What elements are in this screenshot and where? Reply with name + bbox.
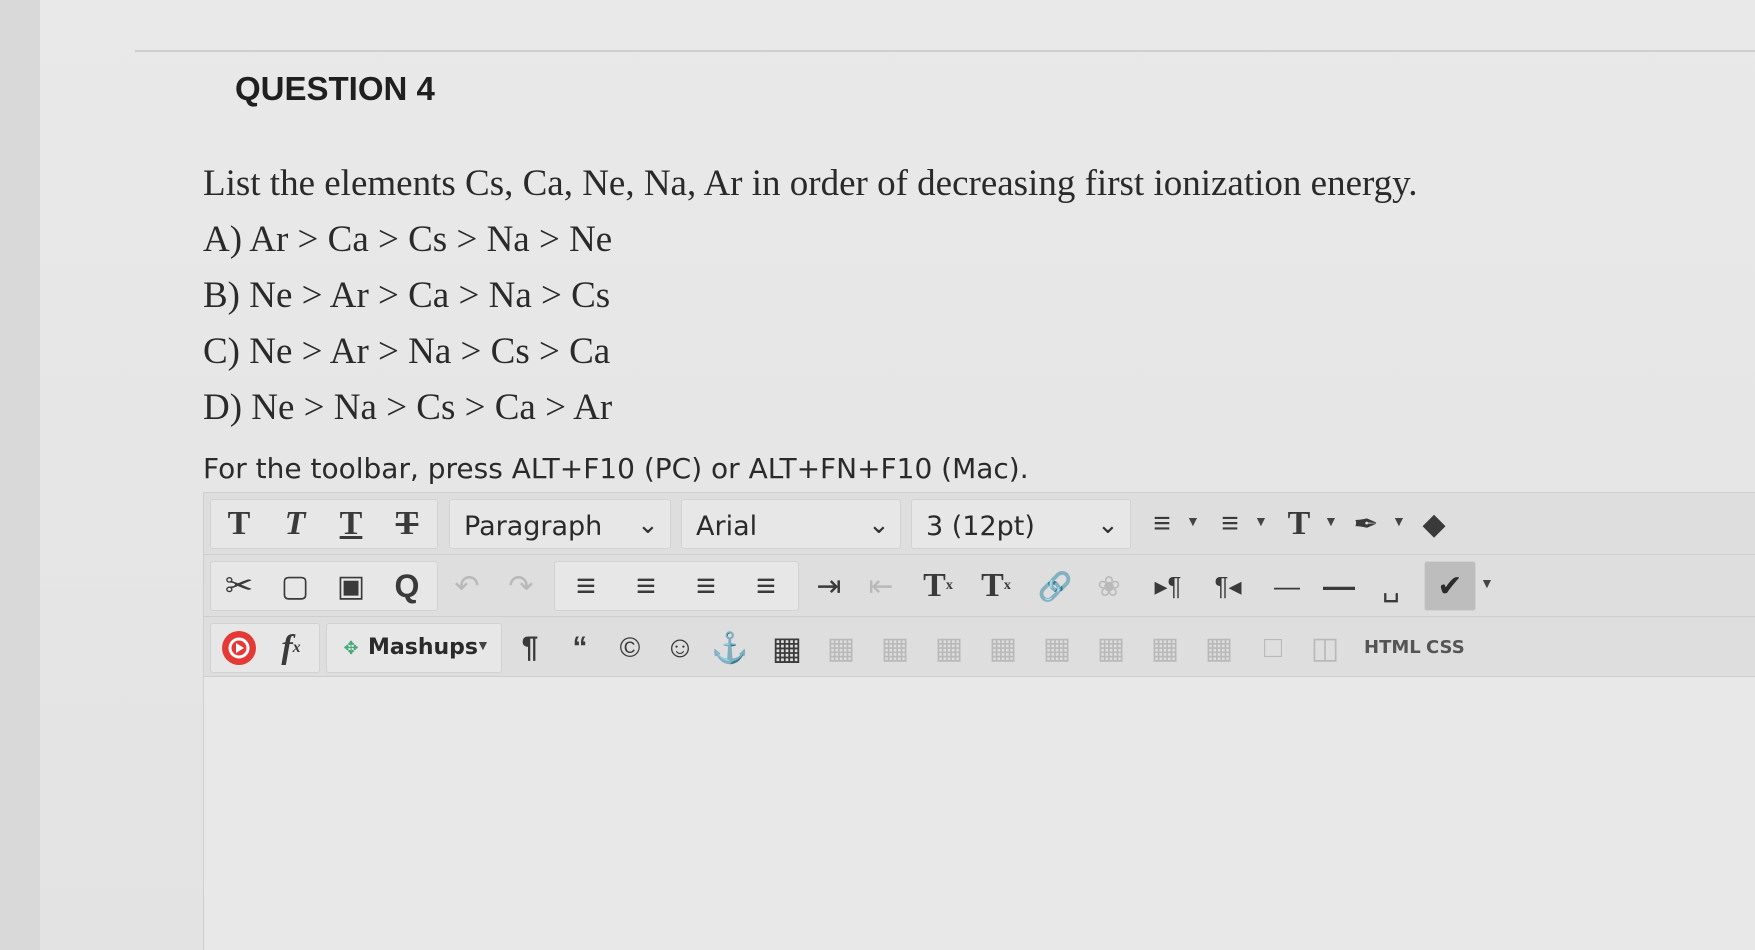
merge-cells-icon[interactable]: ◫ — [1300, 623, 1350, 673]
caret-down-icon[interactable]: ▼ — [1254, 513, 1268, 529]
caret-down-icon: ▼ — [476, 637, 490, 653]
find-icon[interactable]: Q — [382, 561, 432, 611]
unlink-icon[interactable]: ❀ — [1084, 561, 1134, 611]
horizontal-line-icon[interactable]: — — [1262, 561, 1312, 611]
indent-icon[interactable]: ⇥ — [804, 561, 854, 611]
page: QUESTION 4 List the elements Cs, Ca, Ne,… — [40, 0, 1755, 950]
link-icon[interactable]: 🔗 — [1030, 561, 1080, 611]
nonbreaking-space-icon[interactable]: ␣ — [1366, 561, 1416, 611]
table-row-props-icon[interactable]: ▦ — [816, 623, 866, 673]
subscript-label: T — [981, 567, 1004, 604]
mashups-label: Mashups — [368, 635, 478, 660]
editor-content-area[interactable] — [204, 677, 1755, 950]
redo-icon[interactable]: ↷ — [496, 561, 546, 611]
undo-icon[interactable]: ↶ — [442, 561, 492, 611]
underline-button[interactable]: T — [326, 499, 376, 549]
rtl-paragraph-icon[interactable]: ¶◂ — [1200, 561, 1256, 611]
ltr-paragraph-icon[interactable]: ▸¶ — [1140, 561, 1196, 611]
quote-icon[interactable]: “ — [558, 623, 602, 673]
divider — [135, 50, 1755, 52]
caret-down-icon[interactable]: ▼ — [1392, 513, 1406, 529]
align-left-icon[interactable]: ≡ — [558, 561, 614, 611]
option-d: D) Ne > Na > Cs > Ca > Ar — [203, 387, 613, 428]
chevron-down-icon: ⌄ — [637, 509, 659, 539]
superscript-button[interactable]: Tx — [910, 561, 966, 611]
fx-icon[interactable]: fx — [266, 623, 316, 673]
delete-row-icon[interactable]: ▦ — [1032, 623, 1082, 673]
css-button[interactable]: CSS — [1426, 637, 1465, 658]
split-cells-icon[interactable]: □ — [1248, 623, 1298, 673]
insert-col-before-icon[interactable]: ▦ — [1086, 623, 1136, 673]
delete-col-icon[interactable]: ▦ — [1194, 623, 1244, 673]
superscript-label: T — [923, 567, 946, 604]
italic-button[interactable]: T — [270, 499, 320, 549]
question-title: QUESTION 4 — [235, 70, 435, 107]
numbered-list-icon[interactable]: ≡ — [1209, 499, 1251, 549]
outdent-icon[interactable]: ⇤ — [856, 561, 906, 611]
align-center-icon[interactable]: ≡ — [618, 561, 674, 611]
chevron-down-icon: ⌄ — [868, 509, 890, 539]
html-button[interactable]: HTML — [1364, 637, 1421, 658]
size-select-value: 3 (12pt) — [926, 511, 1035, 542]
align-justify-icon[interactable]: ≡ — [738, 561, 794, 611]
chevron-down-icon: ⌄ — [1097, 509, 1119, 539]
toolbar-row-3: fx ✥ Mashups ▼ ¶ “ © ☺ ⚓ ▦ ▦ ▦ ▦ ▦ ▦ ▦ ▦… — [204, 617, 1755, 677]
toolbar-hint: For the toolbar, press ALT+F10 (PC) or A… — [203, 452, 1029, 485]
copyright-icon[interactable]: © — [608, 623, 652, 673]
table-cell-props-icon[interactable]: ▦ — [870, 623, 920, 673]
insert-row-after-icon[interactable]: ▦ — [978, 623, 1028, 673]
option-a: A) Ar > Ca > Cs > Na > Ne — [203, 219, 613, 260]
fx-label: f — [281, 629, 293, 666]
mashups-icon: ✥ — [343, 637, 359, 658]
highlight-pen-icon[interactable]: ✒ — [1344, 499, 1388, 549]
paragraph-icon[interactable]: ¶ — [508, 623, 552, 673]
option-c: C) Ne > Ar > Na > Cs > Ca — [203, 331, 611, 372]
option-b: B) Ne > Ar > Ca > Na > Cs — [203, 275, 611, 316]
cut-icon[interactable]: ✂ — [214, 561, 264, 611]
record-icon[interactable] — [216, 623, 262, 673]
toolbar-row-2: ✂ ▢ ▣ Q ↶ ↷ ≡ ≡ ≡ ≡ ⇥ ⇤ Tx Tx 🔗 ❀ ▸¶ ¶◂ … — [204, 555, 1755, 617]
format-select-value: Paragraph — [464, 511, 603, 542]
table-icon[interactable]: ▦ — [762, 623, 812, 673]
thick-line-icon[interactable]: — — [1314, 561, 1364, 611]
caret-down-icon[interactable]: ▼ — [1186, 513, 1200, 529]
eraser-icon[interactable]: ◆ — [1412, 499, 1456, 549]
align-right-icon[interactable]: ≡ — [678, 561, 734, 611]
anchor-icon[interactable]: ⚓ — [708, 623, 752, 673]
caret-down-icon[interactable]: ▼ — [1480, 575, 1494, 591]
rich-text-editor: T T T T Paragraph ⌄ Arial ⌄ 3 (12pt) ⌄ ≡… — [203, 492, 1755, 950]
copy-icon[interactable]: ▢ — [270, 561, 320, 611]
font-select-value: Arial — [696, 511, 758, 542]
emoticon-icon[interactable]: ☺ — [658, 623, 702, 673]
subscript-button[interactable]: Tx — [968, 561, 1024, 611]
bold-button[interactable]: T — [214, 499, 264, 549]
spellcheck-icon[interactable]: ✔ — [1426, 561, 1474, 611]
insert-row-before-icon[interactable]: ▦ — [924, 623, 974, 673]
toolbar-row-1: T T T T Paragraph ⌄ Arial ⌄ 3 (12pt) ⌄ ≡… — [204, 493, 1755, 555]
insert-col-after-icon[interactable]: ▦ — [1140, 623, 1190, 673]
caret-down-icon[interactable]: ▼ — [1324, 513, 1338, 529]
bullet-list-icon[interactable]: ≡ — [1141, 499, 1183, 549]
text-color-button[interactable]: T — [1279, 499, 1319, 549]
paste-icon[interactable]: ▣ — [326, 561, 376, 611]
strikethrough-button[interactable]: T — [382, 499, 432, 549]
question-stem: List the elements Cs, Ca, Ne, Na, Ar in … — [203, 163, 1418, 204]
